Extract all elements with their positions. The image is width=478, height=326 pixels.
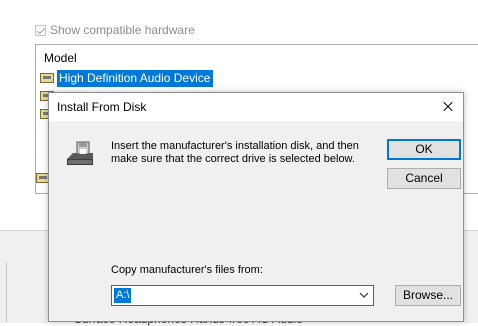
copy-from-label: Copy manufacturer's files from: — [111, 264, 263, 276]
checkbox-checked-icon[interactable] — [35, 24, 46, 36]
wizard-footer-area-left — [0, 230, 48, 323]
cancel-button[interactable]: Cancel — [387, 168, 461, 189]
chevron-down-icon[interactable] — [359, 291, 369, 299]
selected-model-label: High Definition Audio Device — [57, 69, 214, 87]
dialog-title: Install From Disk — [57, 100, 147, 114]
dialog-titlebar[interactable]: Install From Disk — [49, 93, 463, 121]
model-column-header[interactable]: Model — [44, 51, 77, 65]
source-path-combobox[interactable]: A:\ — [111, 285, 374, 306]
instruction-text: Insert the manufacturer's installation d… — [111, 140, 359, 165]
show-compatible-hardware-checkbox[interactable]: Show compatible hardware — [35, 22, 195, 38]
list-border-line — [6, 262, 7, 322]
ok-button[interactable]: OK — [387, 139, 461, 160]
audio-device-icon — [40, 73, 54, 83]
install-from-disk-dialog: Install From Disk Insert the manufacture… — [48, 92, 464, 322]
wizard-footer-area-right — [464, 230, 478, 323]
source-path-value[interactable]: A:\ — [114, 288, 132, 303]
show-compatible-hardware-label: Show compatible hardware — [50, 23, 195, 37]
close-icon[interactable] — [433, 93, 463, 121]
floppy-drive-icon — [67, 141, 93, 165]
browse-button[interactable]: Browse... — [395, 285, 461, 306]
model-list-item-selected[interactable]: High Definition Audio Device — [40, 69, 478, 87]
